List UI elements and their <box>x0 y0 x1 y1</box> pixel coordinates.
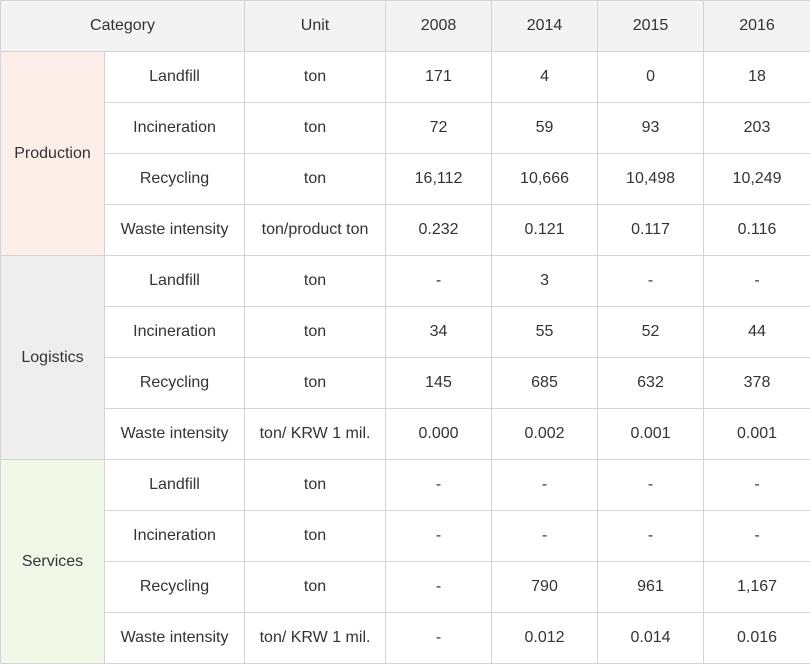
group-label-services: Services <box>1 460 105 664</box>
value-cell: - <box>704 256 810 307</box>
row-unit: ton <box>245 511 386 562</box>
row-unit: ton/ KRW 1 mil. <box>245 409 386 460</box>
row-unit: ton <box>245 358 386 409</box>
header-year: 2014 <box>492 1 598 52</box>
value-cell: - <box>386 256 492 307</box>
value-cell: 52 <box>598 307 704 358</box>
value-cell: - <box>492 460 598 511</box>
row-item: Landfill <box>105 52 245 103</box>
row-unit: ton/product ton <box>245 205 386 256</box>
table-row: Production Landfill ton 171 4 0 18 <box>1 52 810 103</box>
value-cell: 378 <box>704 358 810 409</box>
header-category: Category <box>1 1 245 52</box>
value-cell: 0.002 <box>492 409 598 460</box>
value-cell: 55 <box>492 307 598 358</box>
row-item: Recycling <box>105 562 245 613</box>
row-unit: ton <box>245 103 386 154</box>
value-cell: 0 <box>598 52 704 103</box>
table-row: Recycling ton 16,112 10,666 10,498 10,24… <box>1 154 810 205</box>
value-cell: - <box>704 511 810 562</box>
value-cell: 16,112 <box>386 154 492 205</box>
waste-data-table: Category Unit 2008 2014 2015 2016 Produc… <box>0 0 810 664</box>
value-cell: 44 <box>704 307 810 358</box>
value-cell: - <box>386 562 492 613</box>
header-year: 2008 <box>386 1 492 52</box>
value-cell: 93 <box>598 103 704 154</box>
header-row: Category Unit 2008 2014 2015 2016 <box>1 1 810 52</box>
value-cell: 4 <box>492 52 598 103</box>
value-cell: 0.016 <box>704 613 810 664</box>
value-cell: 59 <box>492 103 598 154</box>
header-unit: Unit <box>245 1 386 52</box>
row-item: Recycling <box>105 154 245 205</box>
value-cell: 0.012 <box>492 613 598 664</box>
value-cell: - <box>386 613 492 664</box>
table-row: Waste intensity ton/ KRW 1 mil. - 0.012 … <box>1 613 810 664</box>
value-cell: - <box>386 460 492 511</box>
value-cell: 0.121 <box>492 205 598 256</box>
value-cell: - <box>704 460 810 511</box>
row-item: Incineration <box>105 307 245 358</box>
value-cell: 790 <box>492 562 598 613</box>
row-unit: ton <box>245 307 386 358</box>
value-cell: - <box>598 256 704 307</box>
value-cell: 3 <box>492 256 598 307</box>
value-cell: - <box>598 460 704 511</box>
row-unit: ton <box>245 154 386 205</box>
table-row: Recycling ton 145 685 632 378 <box>1 358 810 409</box>
value-cell: 18 <box>704 52 810 103</box>
value-cell: 0.116 <box>704 205 810 256</box>
value-cell: 0.014 <box>598 613 704 664</box>
value-cell: 10,498 <box>598 154 704 205</box>
row-item: Waste intensity <box>105 205 245 256</box>
value-cell: - <box>492 511 598 562</box>
group-label-production: Production <box>1 52 105 256</box>
value-cell: 961 <box>598 562 704 613</box>
value-cell: 1,167 <box>704 562 810 613</box>
value-cell: 632 <box>598 358 704 409</box>
value-cell: 0.001 <box>598 409 704 460</box>
value-cell: 10,249 <box>704 154 810 205</box>
value-cell: 72 <box>386 103 492 154</box>
value-cell: 0.232 <box>386 205 492 256</box>
row-item: Landfill <box>105 256 245 307</box>
header-year: 2016 <box>704 1 810 52</box>
value-cell: 0.117 <box>598 205 704 256</box>
value-cell: - <box>386 511 492 562</box>
row-item: Landfill <box>105 460 245 511</box>
table-row: Recycling ton - 790 961 1,167 <box>1 562 810 613</box>
row-item: Waste intensity <box>105 409 245 460</box>
row-unit: ton/ KRW 1 mil. <box>245 613 386 664</box>
value-cell: - <box>598 511 704 562</box>
table-row: Services Landfill ton - - - - <box>1 460 810 511</box>
value-cell: 0.000 <box>386 409 492 460</box>
row-item: Incineration <box>105 511 245 562</box>
group-label-logistics: Logistics <box>1 256 105 460</box>
row-unit: ton <box>245 52 386 103</box>
table-row: Incineration ton 72 59 93 203 <box>1 103 810 154</box>
value-cell: 203 <box>704 103 810 154</box>
row-item: Recycling <box>105 358 245 409</box>
table-row: Waste intensity ton/product ton 0.232 0.… <box>1 205 810 256</box>
table-row: Waste intensity ton/ KRW 1 mil. 0.000 0.… <box>1 409 810 460</box>
value-cell: 34 <box>386 307 492 358</box>
value-cell: 685 <box>492 358 598 409</box>
value-cell: 0.001 <box>704 409 810 460</box>
row-unit: ton <box>245 562 386 613</box>
table-row: Incineration ton - - - - <box>1 511 810 562</box>
value-cell: 145 <box>386 358 492 409</box>
row-unit: ton <box>245 256 386 307</box>
row-unit: ton <box>245 460 386 511</box>
row-item: Incineration <box>105 103 245 154</box>
row-item: Waste intensity <box>105 613 245 664</box>
value-cell: 171 <box>386 52 492 103</box>
value-cell: 10,666 <box>492 154 598 205</box>
table-row: Incineration ton 34 55 52 44 <box>1 307 810 358</box>
table-row: Logistics Landfill ton - 3 - - <box>1 256 810 307</box>
header-year: 2015 <box>598 1 704 52</box>
